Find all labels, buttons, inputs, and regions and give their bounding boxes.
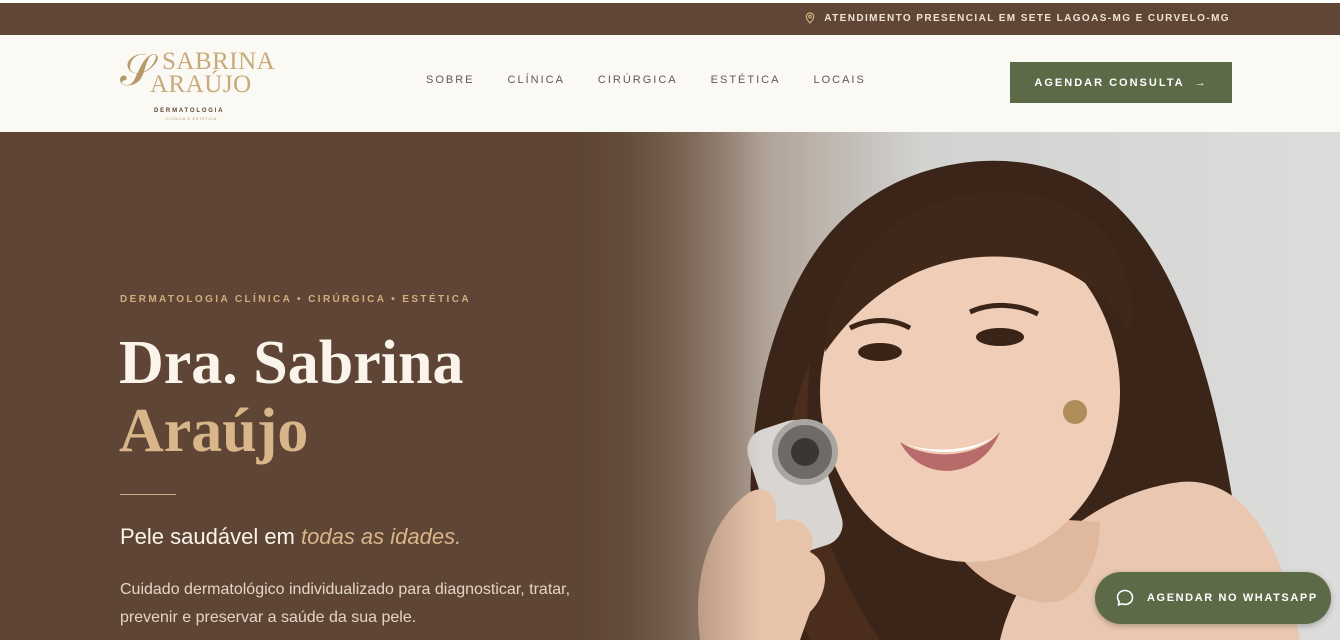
brand-logo[interactable]: 𝒮 SABRINA ARAÚJO DERMATOLOGIA CLÍNICA E …	[120, 45, 275, 123]
hero-description: Cuidado dermatológico individualizado pa…	[120, 581, 571, 626]
tagline-emphasis: todas as idades.	[301, 524, 462, 549]
site-header: 𝒮 SABRINA ARAÚJO DERMATOLOGIA CLÍNICA E …	[0, 35, 1340, 132]
main-nav: SOBRE CLÍNICA CIRÚRGICA ESTÉTICA LOCAIS	[426, 74, 866, 86]
logo-monogram-icon: 𝒮	[120, 45, 155, 96]
nav-item-sobre[interactable]: SOBRE	[426, 74, 475, 86]
location-pin-icon	[805, 12, 815, 24]
location-text: ATENDIMENTO PRESENCIAL EM SETE LAGOAS-MG…	[824, 12, 1230, 24]
hero-divider	[120, 494, 176, 495]
nav-item-clinica[interactable]: CLÍNICA	[508, 74, 565, 86]
tagline-start: Pele saudável em	[120, 524, 301, 549]
logo-subtitle-2: CLÍNICA E ESTÉTICA	[166, 116, 217, 121]
logo-line2: ARAÚJO	[150, 71, 252, 98]
hero-title-line1: Dra. Sabrina	[119, 329, 464, 397]
logo-subtitle: DERMATOLOGIA	[154, 108, 225, 114]
top-info-bar: ATENDIMENTO PRESENCIAL EM SETE LAGOAS-MG…	[0, 0, 1340, 35]
hero-eyebrow: DERMATOLOGIA CLÍNICA • CIRÚRGICA • ESTÉT…	[120, 294, 471, 305]
chat-bubble-icon	[1116, 589, 1134, 606]
nav-item-cirurgica[interactable]: CIRÚRGICA	[598, 74, 678, 86]
location-notice: ATENDIMENTO PRESENCIAL EM SETE LAGOAS-MG…	[804, 12, 1230, 24]
hero-title-line2: Araújo	[119, 397, 309, 465]
cta-label: AGENDAR CONSULTA	[1034, 76, 1185, 89]
hero-tagline: Pele saudável em todas as idades.	[120, 524, 461, 550]
nav-item-locais[interactable]: LOCAIS	[813, 74, 865, 86]
nav-item-estetica[interactable]: ESTÉTICA	[711, 74, 781, 86]
hero-section: DERMATOLOGIA CLÍNICA • CIRÚRGICA • ESTÉT…	[0, 132, 1340, 640]
hero-gradient-overlay	[560, 132, 760, 640]
whatsapp-schedule-button[interactable]: AGENDAR NO WHATSAPP	[1095, 572, 1331, 624]
schedule-consultation-button[interactable]: AGENDAR CONSULTA →	[1010, 62, 1232, 103]
whatsapp-label: AGENDAR NO WHATSAPP	[1147, 592, 1318, 604]
arrow-right-icon: →	[1194, 76, 1208, 89]
